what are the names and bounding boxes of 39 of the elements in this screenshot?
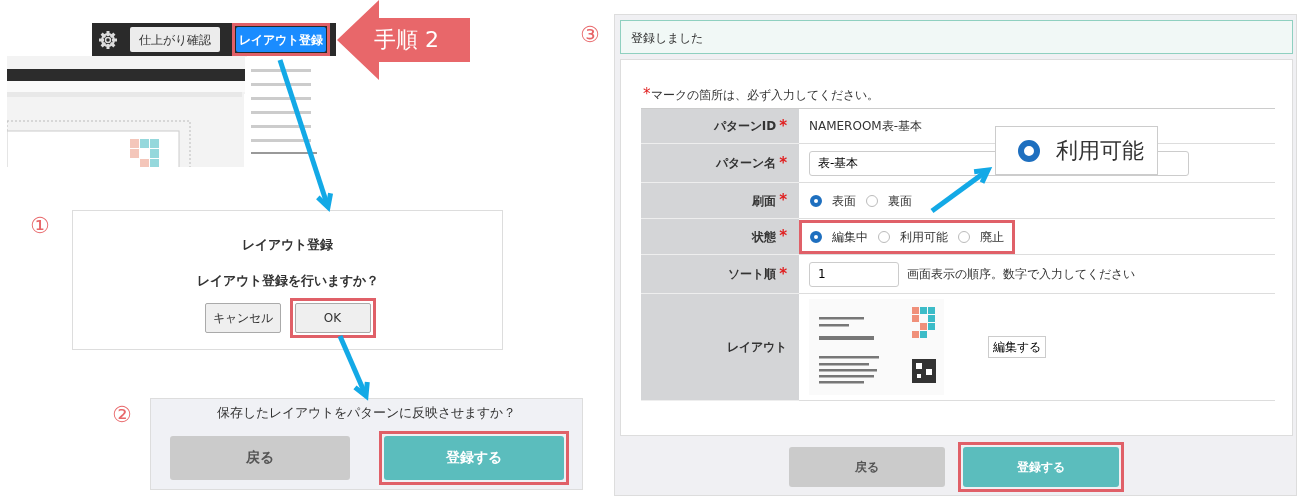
dialog-button[interactable]: キャンセル xyxy=(204,303,281,333)
step-number: ② xyxy=(112,404,132,426)
label-text: 状態 xyxy=(752,228,777,246)
radio-label: 利用可能 xyxy=(1056,137,1144,165)
required-mark: * xyxy=(779,118,787,134)
step-number: ③ xyxy=(580,24,600,46)
required-mark: * xyxy=(779,155,787,171)
dialog-title: レイアウト登録 xyxy=(242,236,333,254)
label-text: パターンID xyxy=(713,118,777,135)
form-button[interactable]: 戻る xyxy=(789,447,945,487)
dialog-message: レイアウト登録を行いますか？ xyxy=(196,271,379,290)
pointer-arrow xyxy=(337,335,370,401)
required-note: *マークの箇所は、必ず入力してください。 xyxy=(643,86,879,104)
required-mark: * xyxy=(779,266,787,282)
field-hint: 画面表示の順序。数字で入力してください xyxy=(907,266,1135,283)
label-text: ソート順 xyxy=(728,266,777,283)
radio-label: 利用可能 xyxy=(900,228,948,246)
settings-icon xyxy=(98,29,118,50)
confirm-message: 保存したレイアウトをパターンに反映させますか？ xyxy=(217,404,516,422)
pointer-arrow xyxy=(930,166,993,213)
step-label: 手順 2 xyxy=(374,28,439,52)
radio-label: 裏面 xyxy=(888,192,912,210)
required-mark: * xyxy=(779,193,787,208)
field-value: NAMEROOM表-基本 xyxy=(809,118,923,135)
label-text: 刷面 xyxy=(752,192,777,210)
success-alert: 登録しました xyxy=(620,20,1293,54)
radio-button[interactable] xyxy=(1018,139,1040,162)
radio-label: 編集中 xyxy=(832,228,868,246)
edit-button[interactable]: 編集する xyxy=(988,336,1046,358)
required-mark: * xyxy=(779,229,787,244)
text-input[interactable]: 1 xyxy=(809,261,899,287)
radio-label: 表面 xyxy=(832,192,856,210)
label-text: レイアウト xyxy=(727,339,787,356)
dialog-button[interactable]: OK xyxy=(294,303,371,333)
toolbar-button[interactable]: 仕上がり確認 xyxy=(130,27,220,52)
radio-label: 廃止 xyxy=(980,228,1004,246)
step-number: ① xyxy=(30,215,50,237)
confirm-button[interactable]: 戻る xyxy=(169,435,350,480)
label-text: パターン名 xyxy=(716,155,777,172)
